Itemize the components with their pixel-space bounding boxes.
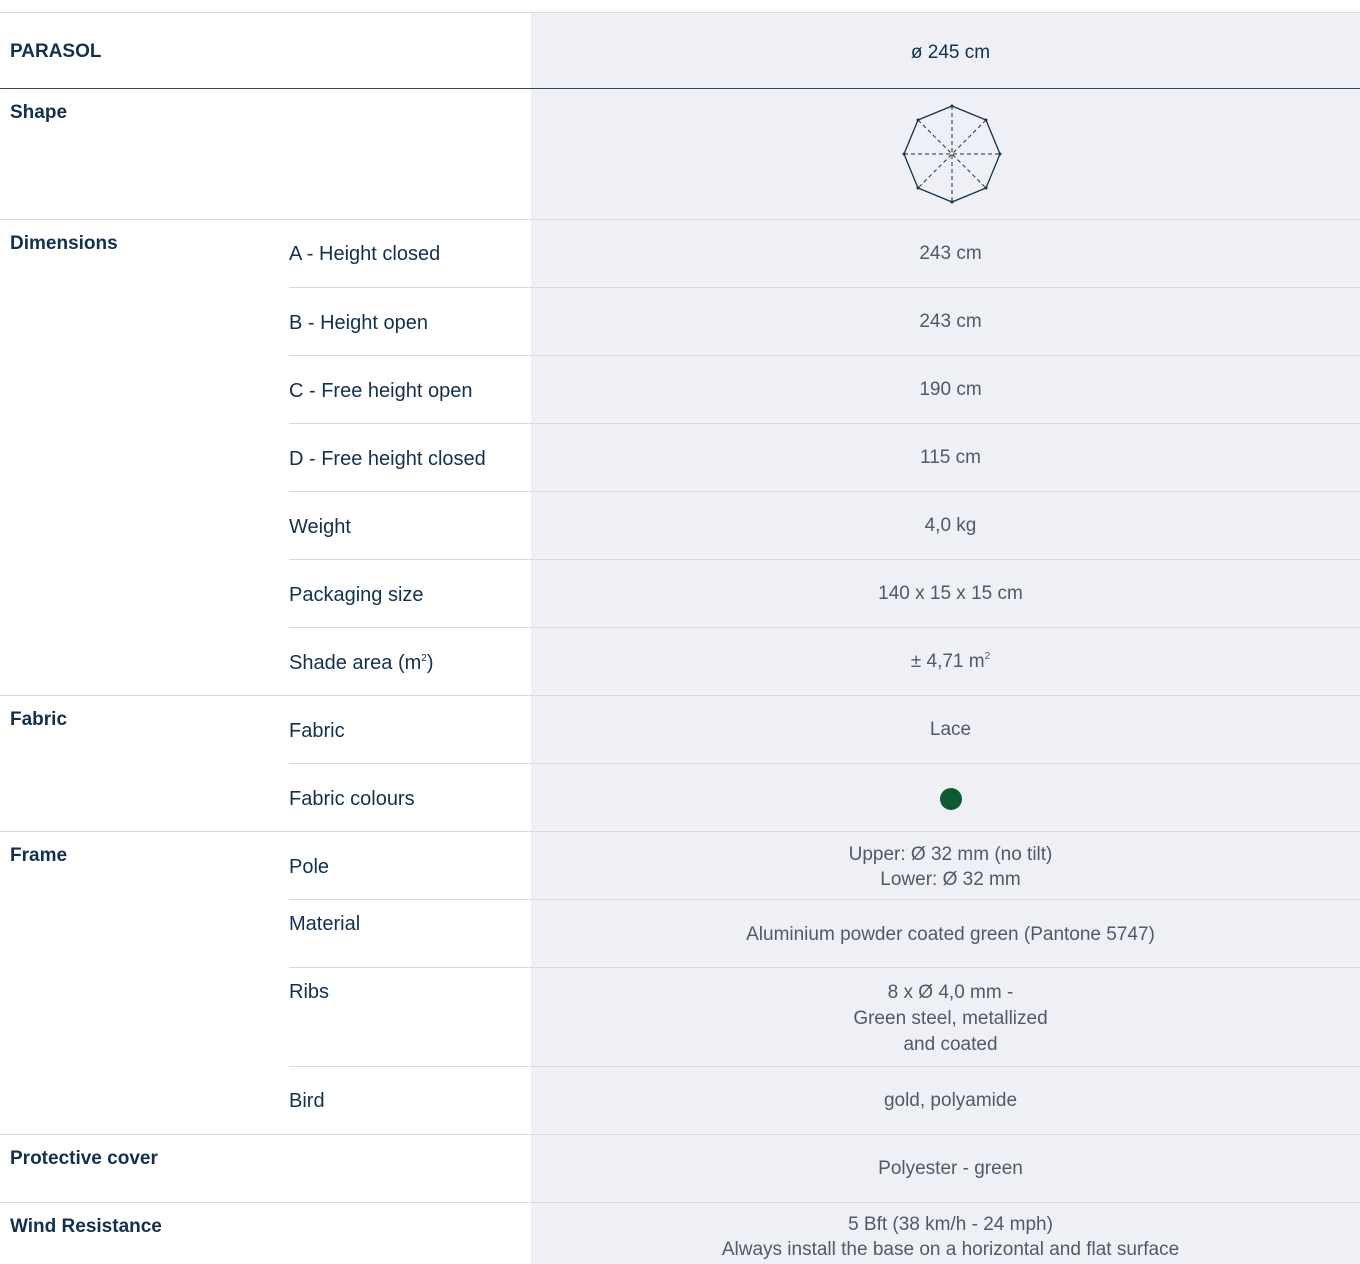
material-value: Aluminium powder coated green (Pantone 5… [746, 924, 1155, 945]
divider [0, 1202, 1360, 1203]
divider [289, 559, 1360, 560]
product-title: PARASOL [10, 41, 102, 62]
fabric-value: Lace [929, 719, 972, 740]
bird-value: gold, polyamide [883, 1090, 1018, 1111]
ribs-label: Ribs [289, 981, 330, 1003]
shape-heading: Shape [10, 102, 68, 123]
header-divider [0, 88, 1360, 89]
dim-label-height-open: B - Height open [289, 312, 428, 334]
dim-value-packaging-size: 140 x 15 x 15 cm [878, 583, 1023, 604]
wind-line: 5 Bft (38 km/h - 24 mph) [848, 1214, 1053, 1235]
dimensions-heading: Dimensions [10, 233, 118, 254]
ribs-line: and coated [903, 1034, 998, 1055]
material-label: Material [289, 913, 361, 935]
protective-cover-value: Polyester - green [878, 1158, 1023, 1179]
ribs-line: 8 x Ø 4,0 mm - [887, 982, 1014, 1003]
divider [289, 423, 1360, 424]
fabric-label: Fabric [289, 720, 345, 742]
dim-label-shade-area: Shade area (m2) [289, 652, 434, 674]
wind-line: Always install the base on a horizontal … [721, 1239, 1180, 1260]
pole-label: Pole [289, 856, 330, 878]
divider [289, 287, 1360, 288]
divider [0, 695, 1360, 696]
dim-label-free-height-open: C - Free height open [289, 380, 473, 402]
dim-value-height-open: 243 cm [919, 311, 982, 332]
frame-heading: Frame [10, 845, 68, 866]
divider [289, 899, 1360, 900]
divider [289, 491, 1360, 492]
dim-label-weight: Weight [289, 516, 351, 538]
divider [289, 967, 1360, 968]
pole-upper: Upper: Ø 32 mm (no tilt) [848, 844, 1053, 865]
fabric-colours-label: Fabric colours [289, 788, 415, 810]
pole-lower: Lower: Ø 32 mm [880, 869, 1021, 890]
divider [0, 219, 1360, 220]
divider [0, 1134, 1360, 1135]
dim-value-free-height-open: 190 cm [919, 379, 982, 400]
divider [289, 1066, 1360, 1067]
wind-resistance-heading: Wind Resistance [10, 1216, 162, 1237]
pole-value: Upper: Ø 32 mm (no tilt) Lower: Ø 32 mm [531, 842, 1360, 892]
ribs-line: Green steel, metallized [853, 1008, 1048, 1029]
octagon-parasol-icon [902, 104, 1002, 204]
divider [289, 627, 1360, 628]
dim-label-free-height-closed: D - Free height closed [289, 448, 486, 470]
bird-label: Bird [289, 1090, 325, 1112]
fabric-colour-swatch [940, 788, 962, 810]
dim-value-height-closed: 243 cm [919, 243, 982, 264]
protective-cover-heading: Protective cover [10, 1148, 158, 1169]
divider [289, 355, 1360, 356]
dim-label-height-closed: A - Height closed [289, 243, 441, 265]
wind-resistance-value: 5 Bft (38 km/h - 24 mph) Always install … [531, 1212, 1360, 1262]
divider [289, 763, 1360, 764]
fabric-heading: Fabric [10, 709, 68, 730]
dim-label-packaging-size: Packaging size [289, 584, 424, 606]
dim-value-free-height-closed: 115 cm [920, 447, 981, 468]
divider [0, 831, 1360, 832]
dim-value-weight: 4,0 kg [924, 515, 977, 536]
parasol-size: ø 245 cm [910, 42, 991, 63]
divider [0, 12, 1360, 13]
dim-value-shade-area: ± 4,71 m2 [910, 651, 991, 672]
ribs-value: 8 x Ø 4,0 mm - Green steel, metallized a… [531, 980, 1360, 1058]
